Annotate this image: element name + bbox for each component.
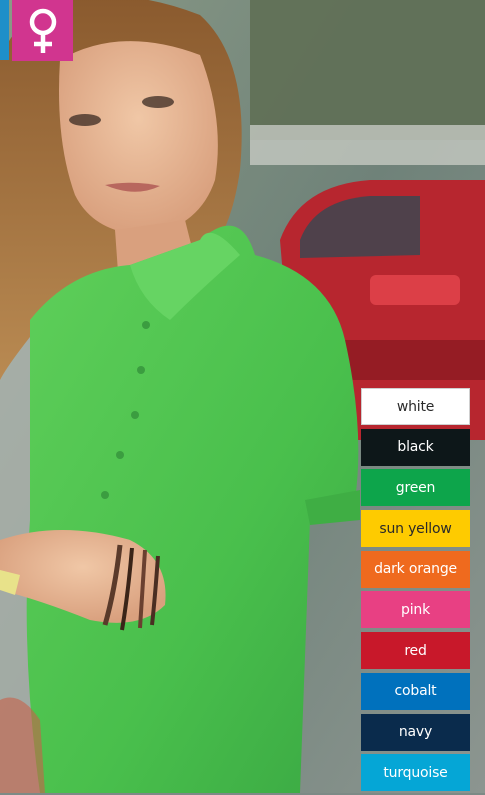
swatch-label: black bbox=[397, 439, 434, 456]
swatch-label: cobalt bbox=[394, 683, 437, 700]
side-badge bbox=[0, 0, 9, 60]
swatch-label: dark orange bbox=[374, 561, 457, 578]
swatch-turquoise[interactable]: turquoise bbox=[361, 754, 470, 792]
swatch-red[interactable]: red bbox=[361, 632, 470, 670]
female-badge bbox=[12, 0, 73, 61]
swatch-dark-orange[interactable]: dark orange bbox=[361, 550, 470, 588]
swatch-green[interactable]: green bbox=[361, 469, 470, 507]
swatch-cobalt[interactable]: cobalt bbox=[361, 672, 470, 710]
swatch-black[interactable]: black bbox=[361, 428, 470, 466]
swatch-label: white bbox=[396, 398, 435, 415]
swatch-navy[interactable]: navy bbox=[361, 713, 470, 751]
swatch-label: pink bbox=[401, 601, 430, 618]
swatch-white[interactable]: white bbox=[361, 388, 470, 425]
swatch-pink[interactable]: pink bbox=[361, 591, 470, 629]
swatch-label: turquoise bbox=[383, 764, 448, 781]
swatch-label: red bbox=[404, 642, 427, 659]
swatch-label: green bbox=[395, 479, 436, 496]
female-symbol-icon bbox=[29, 8, 56, 53]
color-swatch-list: white black green sun yellow dark orange… bbox=[361, 388, 470, 795]
swatch-label: navy bbox=[398, 724, 433, 740]
swatch-sun-yellow[interactable]: sun yellow bbox=[361, 510, 470, 548]
swatch-label: sun yellow bbox=[379, 520, 452, 537]
